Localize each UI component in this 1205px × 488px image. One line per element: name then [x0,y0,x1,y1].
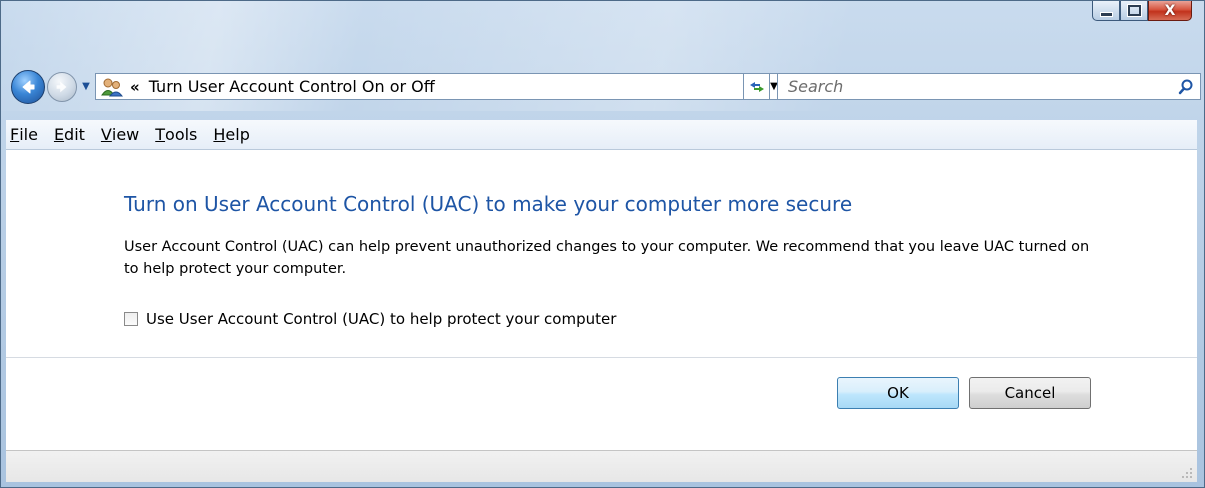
resize-grip-icon[interactable] [1179,465,1193,479]
menu-help-accel: H [213,125,226,144]
menu-file[interactable]: File [6,121,46,149]
minimize-icon [1099,11,1113,17]
search-button[interactable] [1172,74,1200,99]
chevron-down-icon: ▼ [82,80,90,92]
menu-edit[interactable]: Edit [46,121,93,149]
refresh-icon [749,81,764,92]
uac-checkbox-label[interactable]: Use User Account Control (UAC) to help p… [146,310,616,328]
caption-buttons: X [1092,1,1192,23]
menu-edit-accel: E [53,125,65,144]
back-arrow-icon [22,80,35,94]
uac-checkbox-row[interactable]: Use User Account Control (UAC) to help p… [124,310,616,328]
breadcrumb-overflow[interactable]: « [130,78,140,96]
minimize-button[interactable] [1092,1,1120,21]
description-text: User Account Control (UAC) can help prev… [124,239,1090,277]
menu-bar: File Edit View Tools Help [6,120,1197,150]
back-button[interactable] [11,70,45,104]
search-box [777,73,1201,100]
page-title: Turn on User Account Control (UAC) to ma… [124,192,853,216]
divider [6,357,1197,358]
status-bar [6,450,1197,482]
cancel-button[interactable]: Cancel [969,377,1091,409]
menu-tools[interactable]: Tools [147,121,205,149]
menu-tools-accel: T [155,125,166,144]
maximize-button[interactable] [1120,1,1148,21]
navigation-bar: ▼ « Turn User Account Control On or Off … [11,67,1201,107]
forward-button[interactable] [47,72,77,102]
maximize-icon [1127,5,1141,16]
refresh-button[interactable] [743,73,770,100]
menu-tools-label: ools [165,125,198,144]
recent-pages-button[interactable]: ▼ [80,79,92,93]
menu-help-label: elp [225,125,250,144]
menu-view-label: iew [111,125,140,144]
menu-edit-label: dit [64,125,85,144]
uac-checkbox[interactable] [124,312,138,326]
ok-button[interactable]: OK [837,377,959,409]
close-button[interactable]: X [1148,1,1192,21]
user-accounts-icon [100,75,124,99]
content-area: Turn on User Account Control (UAC) to ma… [6,150,1197,450]
menu-file-label: ile [19,125,38,144]
search-input[interactable] [788,75,1172,98]
menu-help[interactable]: Help [205,121,257,149]
menu-view-accel: V [100,125,112,144]
breadcrumb-path[interactable]: Turn User Account Control On or Off [149,77,435,96]
menu-view[interactable]: View [93,121,147,149]
close-icon: X [1164,2,1176,19]
address-bar[interactable]: « Turn User Account Control On or Off ▼ [95,73,787,100]
search-icon [1178,79,1193,94]
forward-arrow-icon [56,81,67,93]
uac-settings-window: X ▼ « Turn User Account Control On or Of… [0,0,1205,488]
menu-file-accel: F [10,125,20,144]
